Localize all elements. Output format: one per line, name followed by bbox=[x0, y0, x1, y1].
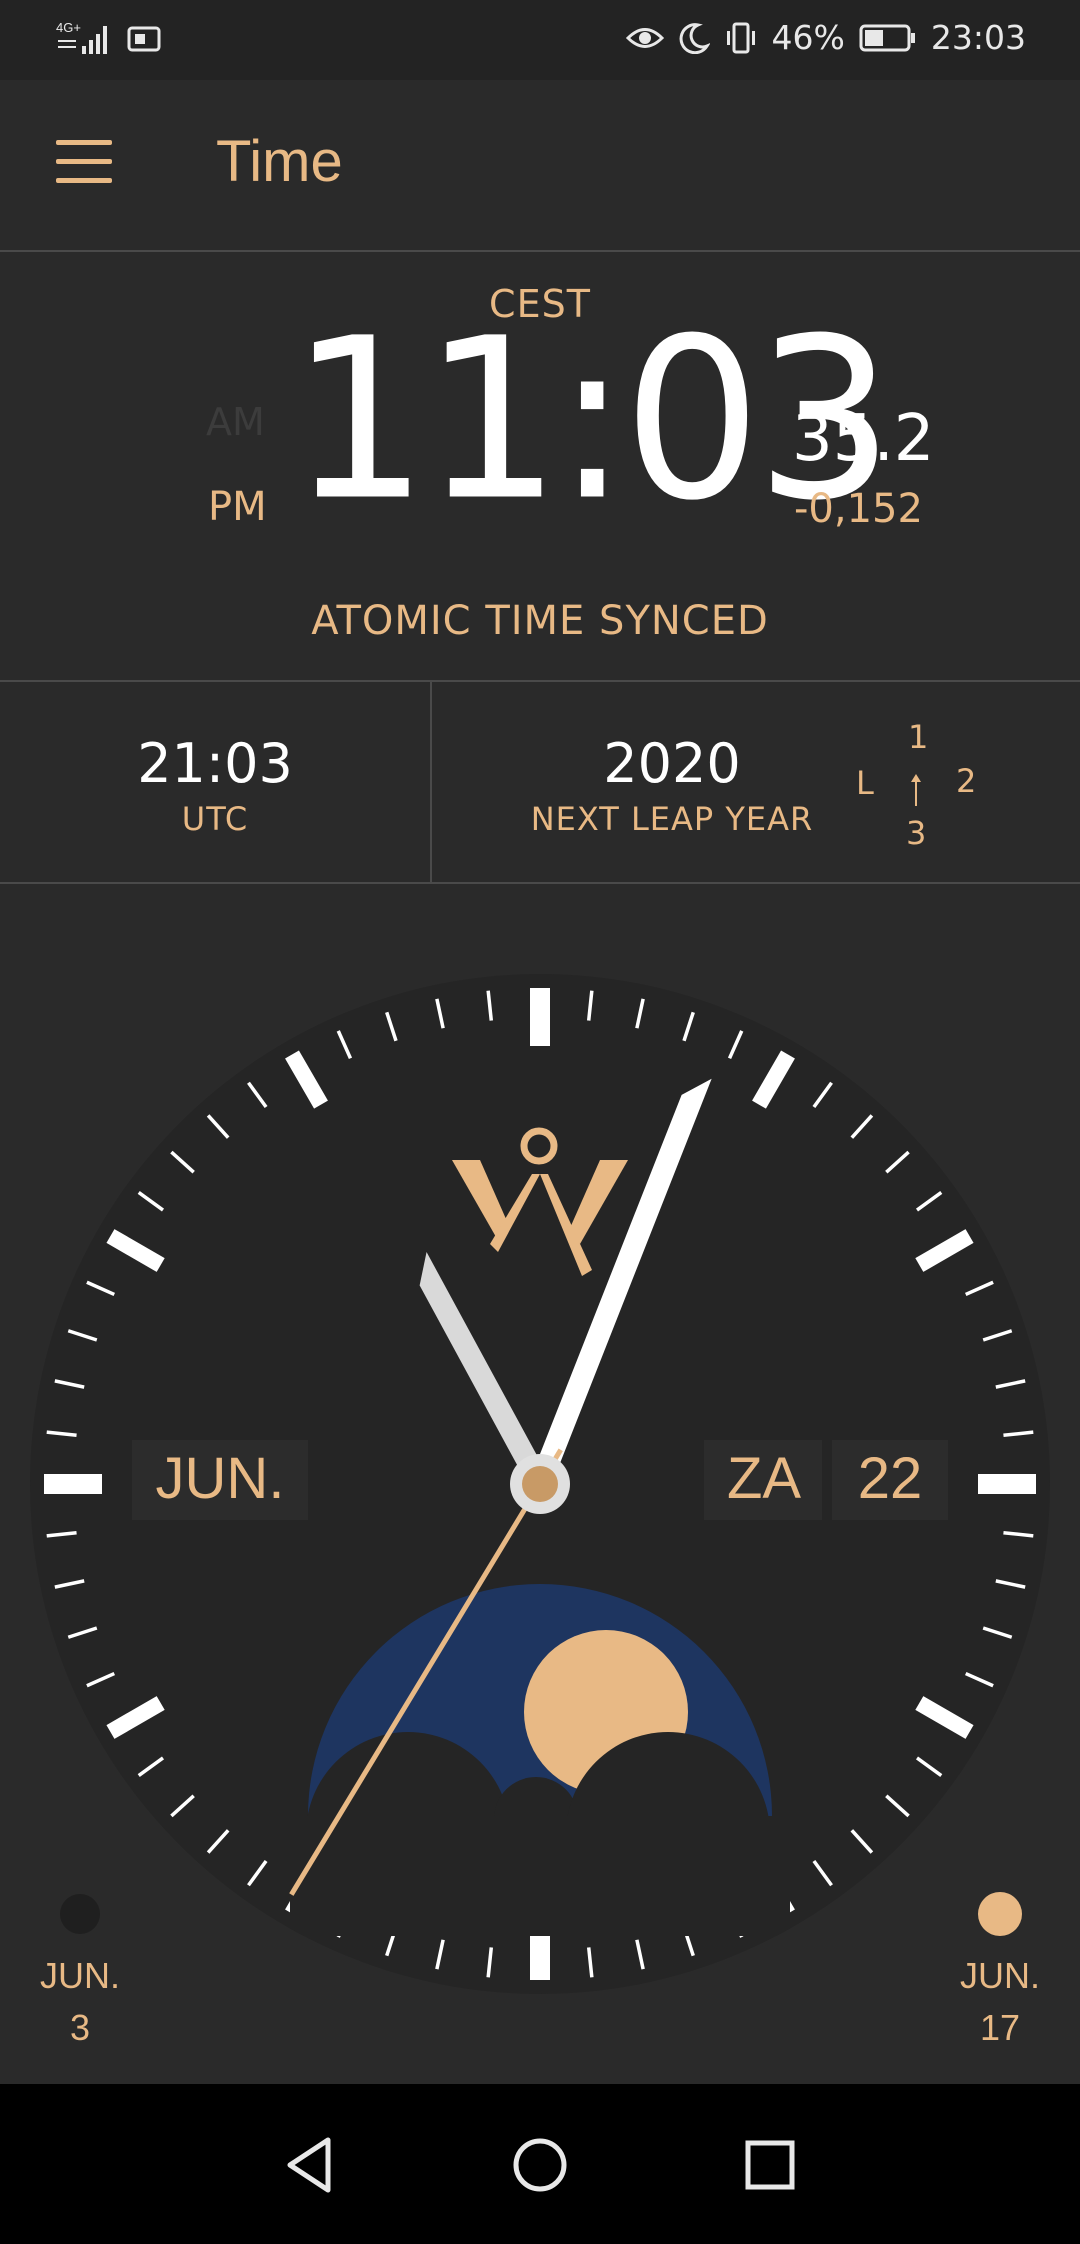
sync-status: ATOMIC TIME SYNCED bbox=[311, 598, 769, 644]
new-moon-month: JUN. bbox=[40, 1955, 120, 1996]
month-window-text: JUN. bbox=[156, 1446, 285, 1511]
status-left: 4G+ bbox=[56, 18, 162, 58]
app-title: Time bbox=[216, 129, 343, 194]
moon-icon bbox=[679, 22, 710, 54]
recents-icon[interactable] bbox=[735, 2130, 805, 2200]
date-window-text: 22 bbox=[858, 1446, 923, 1511]
utc-time: 21:03 bbox=[137, 732, 293, 795]
am-indicator: AM bbox=[206, 400, 265, 444]
full-moon-icon bbox=[978, 1892, 1022, 1936]
center-hub-inner bbox=[522, 1466, 558, 1502]
status-right: 46% 23:03 bbox=[625, 18, 1026, 57]
back-icon[interactable] bbox=[274, 2130, 344, 2200]
status-clock: 23:03 bbox=[930, 18, 1026, 57]
eye-icon bbox=[625, 27, 664, 48]
pm-indicator: PM bbox=[208, 484, 267, 530]
analog-clock[interactable]: JUN. ZA 22 JUN. 3 JUN. 17 bbox=[0, 884, 1080, 2084]
leap-cycle-top: 1 bbox=[908, 718, 929, 756]
leap-cycle-right: 2 bbox=[956, 762, 977, 800]
main-time-panel: CEST AM PM 11:03 35.2 -0,152 ATOMIC TIME… bbox=[0, 252, 1080, 682]
battery-icon bbox=[859, 24, 915, 51]
new-moon-day: 3 bbox=[70, 2007, 90, 2048]
leap-year-label: NEXT LEAP YEAR bbox=[530, 800, 814, 838]
seconds-value: 35.2 bbox=[792, 402, 935, 476]
info-row: 21:03 UTC 2020 NEXT LEAP YEAR 1 2 3 L bbox=[0, 682, 1080, 884]
full-moon-month: JUN. bbox=[960, 1955, 1040, 1996]
leap-cycle-current: L bbox=[856, 764, 874, 802]
signal-icon: 4G+ bbox=[56, 20, 107, 54]
full-moon-day: 17 bbox=[980, 2007, 1020, 2048]
leap-cycle-bottom: 3 bbox=[906, 814, 927, 852]
weekday-window-text: ZA bbox=[727, 1446, 801, 1511]
leap-cycle-pointer-icon bbox=[911, 774, 921, 806]
notification-icon bbox=[127, 26, 161, 52]
system-nav-bar bbox=[0, 2084, 1080, 2244]
new-moon-icon bbox=[60, 1894, 100, 1934]
hamburger-menu-icon[interactable] bbox=[56, 140, 112, 184]
network-type: 4G+ bbox=[56, 20, 81, 35]
status-bar: 4G+ 46% 23:03 bbox=[0, 0, 1080, 80]
vibrate-icon bbox=[726, 22, 755, 53]
home-icon[interactable] bbox=[505, 2130, 575, 2200]
time-offset: -0,152 bbox=[794, 486, 923, 532]
app-bar: Time bbox=[0, 80, 1080, 252]
analog-clock-area: JUN. ZA 22 JUN. 3 JUN. 17 bbox=[0, 884, 1080, 2084]
utc-label: UTC bbox=[181, 800, 249, 838]
battery-percent: 46% bbox=[771, 18, 845, 57]
leap-year: 2020 bbox=[603, 732, 741, 795]
